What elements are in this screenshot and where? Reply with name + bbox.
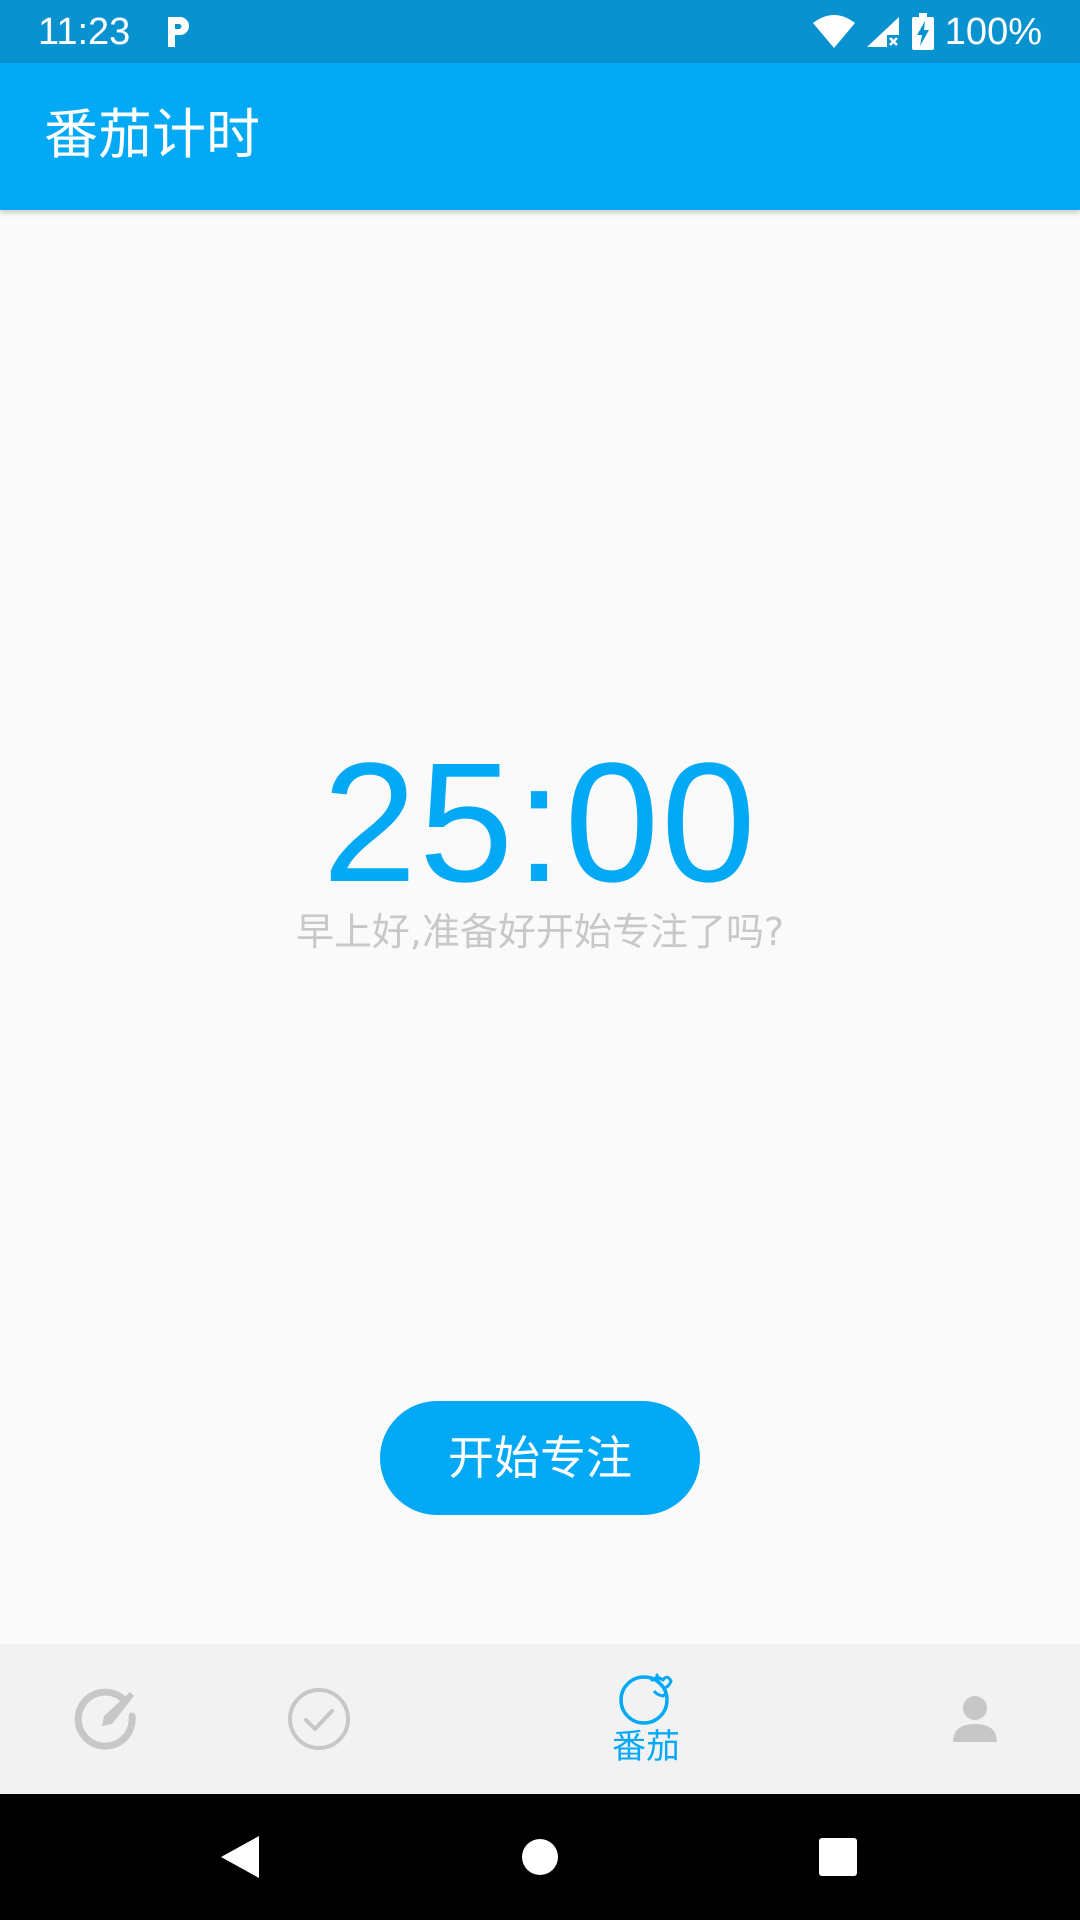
battery-charging-icon — [911, 13, 934, 50]
timer-display: 25:00 — [322, 728, 758, 918]
nav-item-tomato[interactable]: 番茄 — [586, 1644, 706, 1794]
cell-signal-icon — [866, 17, 899, 47]
tomato-icon — [619, 1673, 673, 1725]
back-button[interactable] — [180, 1794, 300, 1920]
nav-label-tomato: 番茄 — [612, 1727, 680, 1767]
wifi-icon — [812, 15, 855, 48]
bottom-nav: 番茄 — [0, 1644, 1080, 1794]
greeting-text: 早上好,准备好开始专注了吗? — [295, 910, 785, 954]
person-icon — [953, 1696, 997, 1742]
home-icon — [522, 1839, 558, 1875]
page-title: 番茄计时 — [44, 103, 260, 166]
nav-item-edit[interactable] — [47, 1644, 167, 1794]
home-button[interactable] — [480, 1794, 600, 1920]
start-focus-button[interactable]: 开始专注 — [380, 1401, 700, 1515]
check-circle-icon — [288, 1688, 350, 1750]
parking-app-icon — [168, 17, 189, 47]
status-time: 11:23 — [38, 11, 131, 53]
nav-item-tasks[interactable] — [259, 1644, 379, 1794]
system-nav-bar — [0, 1794, 1080, 1920]
recents-icon — [819, 1838, 857, 1876]
back-icon — [221, 1836, 259, 1878]
status-icons: 100% — [803, 10, 1042, 54]
screen: 11:23 100% 番茄计时 25:00 早上好,准备好开始专注了吗? 开始专 — [0, 0, 1080, 1920]
status-bar: 11:23 100% — [0, 0, 1080, 63]
battery-percentage: 100% — [944, 11, 1042, 53]
recents-button[interactable] — [778, 1794, 898, 1920]
app-bar: 番茄计时 — [0, 63, 1080, 210]
nav-item-profile[interactable] — [915, 1644, 1035, 1794]
edit-circle-icon — [74, 1688, 136, 1750]
